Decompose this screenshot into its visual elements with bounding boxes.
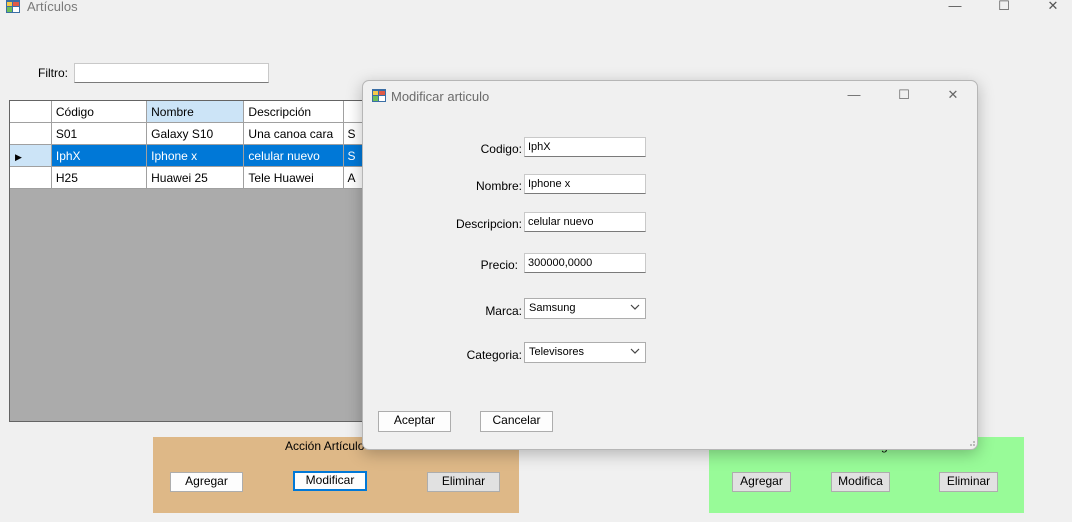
modify-button-secondary[interactable]: Modifica [831, 472, 890, 492]
descripcion-label: Descripcion: [455, 217, 522, 231]
cell-extra[interactable]: S [343, 122, 363, 145]
column-header-descripcion[interactable]: Descripción [243, 101, 344, 123]
close-button[interactable]: ✕ [1030, 0, 1072, 14]
delete-button[interactable]: Eliminar [427, 472, 500, 492]
cell-descripcion[interactable]: celular nuevo [243, 144, 344, 167]
column-header-nombre[interactable]: Nombre [146, 101, 245, 123]
articles-grid[interactable]: Código Nombre Descripción S01 Galaxy S10… [9, 100, 364, 422]
modify-button[interactable]: Modificar [293, 471, 367, 491]
dialog-close-button[interactable]: ✕ [930, 87, 976, 105]
chevron-down-icon [630, 348, 640, 354]
delete-button-secondary[interactable]: Eliminar [939, 472, 998, 492]
marca-label: Marca: [485, 304, 522, 318]
row-header[interactable] [10, 166, 52, 189]
maximize-button[interactable]: ☐ [981, 0, 1027, 14]
cell-nombre[interactable]: Iphone x [146, 144, 245, 167]
accept-button[interactable]: Aceptar [378, 411, 451, 432]
panel-title: Acción Artículo [285, 439, 365, 453]
add-button[interactable]: Agregar [170, 472, 243, 492]
modify-article-dialog: Modificar articulo — ☐ ✕ Codigo: IphX No… [362, 80, 978, 450]
cell-nombre[interactable]: Huawei 25 [146, 166, 245, 189]
current-row-arrow-icon: ▶ [15, 151, 22, 162]
descripcion-field[interactable]: celular nuevo [524, 212, 646, 232]
cell-codigo[interactable]: S01 [51, 122, 148, 145]
categoria-selected-value: Televisores [529, 346, 585, 358]
filter-label: Filtro: [38, 66, 68, 80]
column-header-extra[interactable] [343, 101, 363, 123]
cell-extra[interactable]: S [343, 144, 363, 167]
cell-codigo[interactable]: IphX [51, 144, 148, 167]
filter-input[interactable] [74, 63, 269, 83]
window-titlebar: Artículos — ☐ ✕ [0, 0, 1072, 22]
cell-codigo[interactable]: H25 [51, 166, 148, 189]
cell-nombre[interactable]: Galaxy S10 [146, 122, 245, 145]
precio-label: Precio: [480, 258, 518, 272]
cancel-button[interactable]: Cancelar [480, 411, 553, 432]
codigo-label: Codigo: [480, 142, 522, 156]
dialog-app-icon [372, 89, 386, 102]
dialog-maximize-button[interactable]: ☐ [881, 87, 927, 105]
precio-field[interactable]: 300000,0000 [524, 253, 646, 273]
categoria-label: Categoria: [466, 348, 522, 362]
cell-descripcion[interactable]: Una canoa cara [243, 122, 344, 145]
minimize-button[interactable]: — [932, 0, 978, 14]
dialog-title: Modificar articulo [391, 89, 490, 104]
marca-selected-value: Samsung [529, 302, 576, 314]
app-icon [6, 0, 20, 13]
cell-descripcion[interactable]: Tele Huawei [243, 166, 344, 189]
table-row[interactable]: H25 Huawei 25 Tele Huawei A [10, 166, 363, 189]
row-header[interactable] [10, 122, 52, 145]
column-header-codigo[interactable]: Código [51, 101, 148, 123]
resize-grip-icon[interactable] [966, 437, 976, 447]
chevron-down-icon [630, 304, 640, 310]
add-button-secondary[interactable]: Agregar [732, 472, 791, 492]
cell-extra[interactable]: A [343, 166, 363, 189]
codigo-field[interactable]: IphX [524, 137, 646, 157]
grid-corner-header[interactable] [10, 101, 52, 123]
row-header-current[interactable]: ▶ [10, 144, 52, 167]
dialog-minimize-button[interactable]: — [831, 87, 877, 105]
categoria-dropdown[interactable]: Televisores [524, 342, 646, 363]
table-row-selected[interactable]: ▶ IphX Iphone x celular nuevo S [10, 144, 363, 167]
window-title: Artículos [27, 0, 78, 14]
marca-dropdown[interactable]: Samsung [524, 298, 646, 319]
grid-header-row: Código Nombre Descripción [10, 101, 363, 123]
table-row[interactable]: S01 Galaxy S10 Una canoa cara S [10, 122, 363, 145]
nombre-field[interactable]: Iphone x [524, 174, 646, 194]
nombre-label: Nombre: [475, 179, 522, 193]
